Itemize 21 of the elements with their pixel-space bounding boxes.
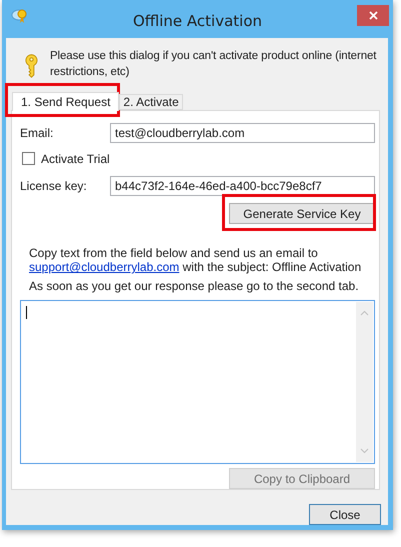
license-key-field[interactable]: b44c73f2-164e-46ed-a400-bcc79e8cf7 (110, 176, 375, 196)
intro-text: Please use this dialog if you can't activate product online (internet restrictions, etc) (50, 49, 378, 80)
email-link[interactable]: support@cloudberrylab.com (29, 260, 180, 274)
scroll-down-icon (360, 448, 369, 454)
field-label: Email: (20, 126, 54, 140)
close-button[interactable] (357, 5, 389, 26)
checkbox[interactable] (22, 152, 35, 166)
tab[interactable]: 2. Activate (119, 94, 183, 110)
scrollbar[interactable] (356, 302, 373, 462)
checkbox-label: Activate Trial (41, 152, 110, 166)
email-field[interactable]: test@cloudberrylab.com (110, 123, 375, 143)
close-icon (368, 11, 378, 20)
field-label: License key: (20, 179, 88, 194)
scroll-up-icon (360, 310, 369, 316)
note-text: As soon as you get our response please go to the second tab. (29, 279, 360, 294)
generate-key-button[interactable]: Generate Service Key (229, 203, 375, 224)
tab[interactable]: 1. Send Request (12, 92, 120, 111)
text-cursor (26, 306, 27, 320)
close-button[interactable]: Close (309, 504, 381, 525)
instructions-text: Copy text from the field below and send us an email to support@cloudberrylab.com with the subject: Offline Activation (29, 246, 362, 274)
window-title: Offline Activation (132, 12, 264, 30)
